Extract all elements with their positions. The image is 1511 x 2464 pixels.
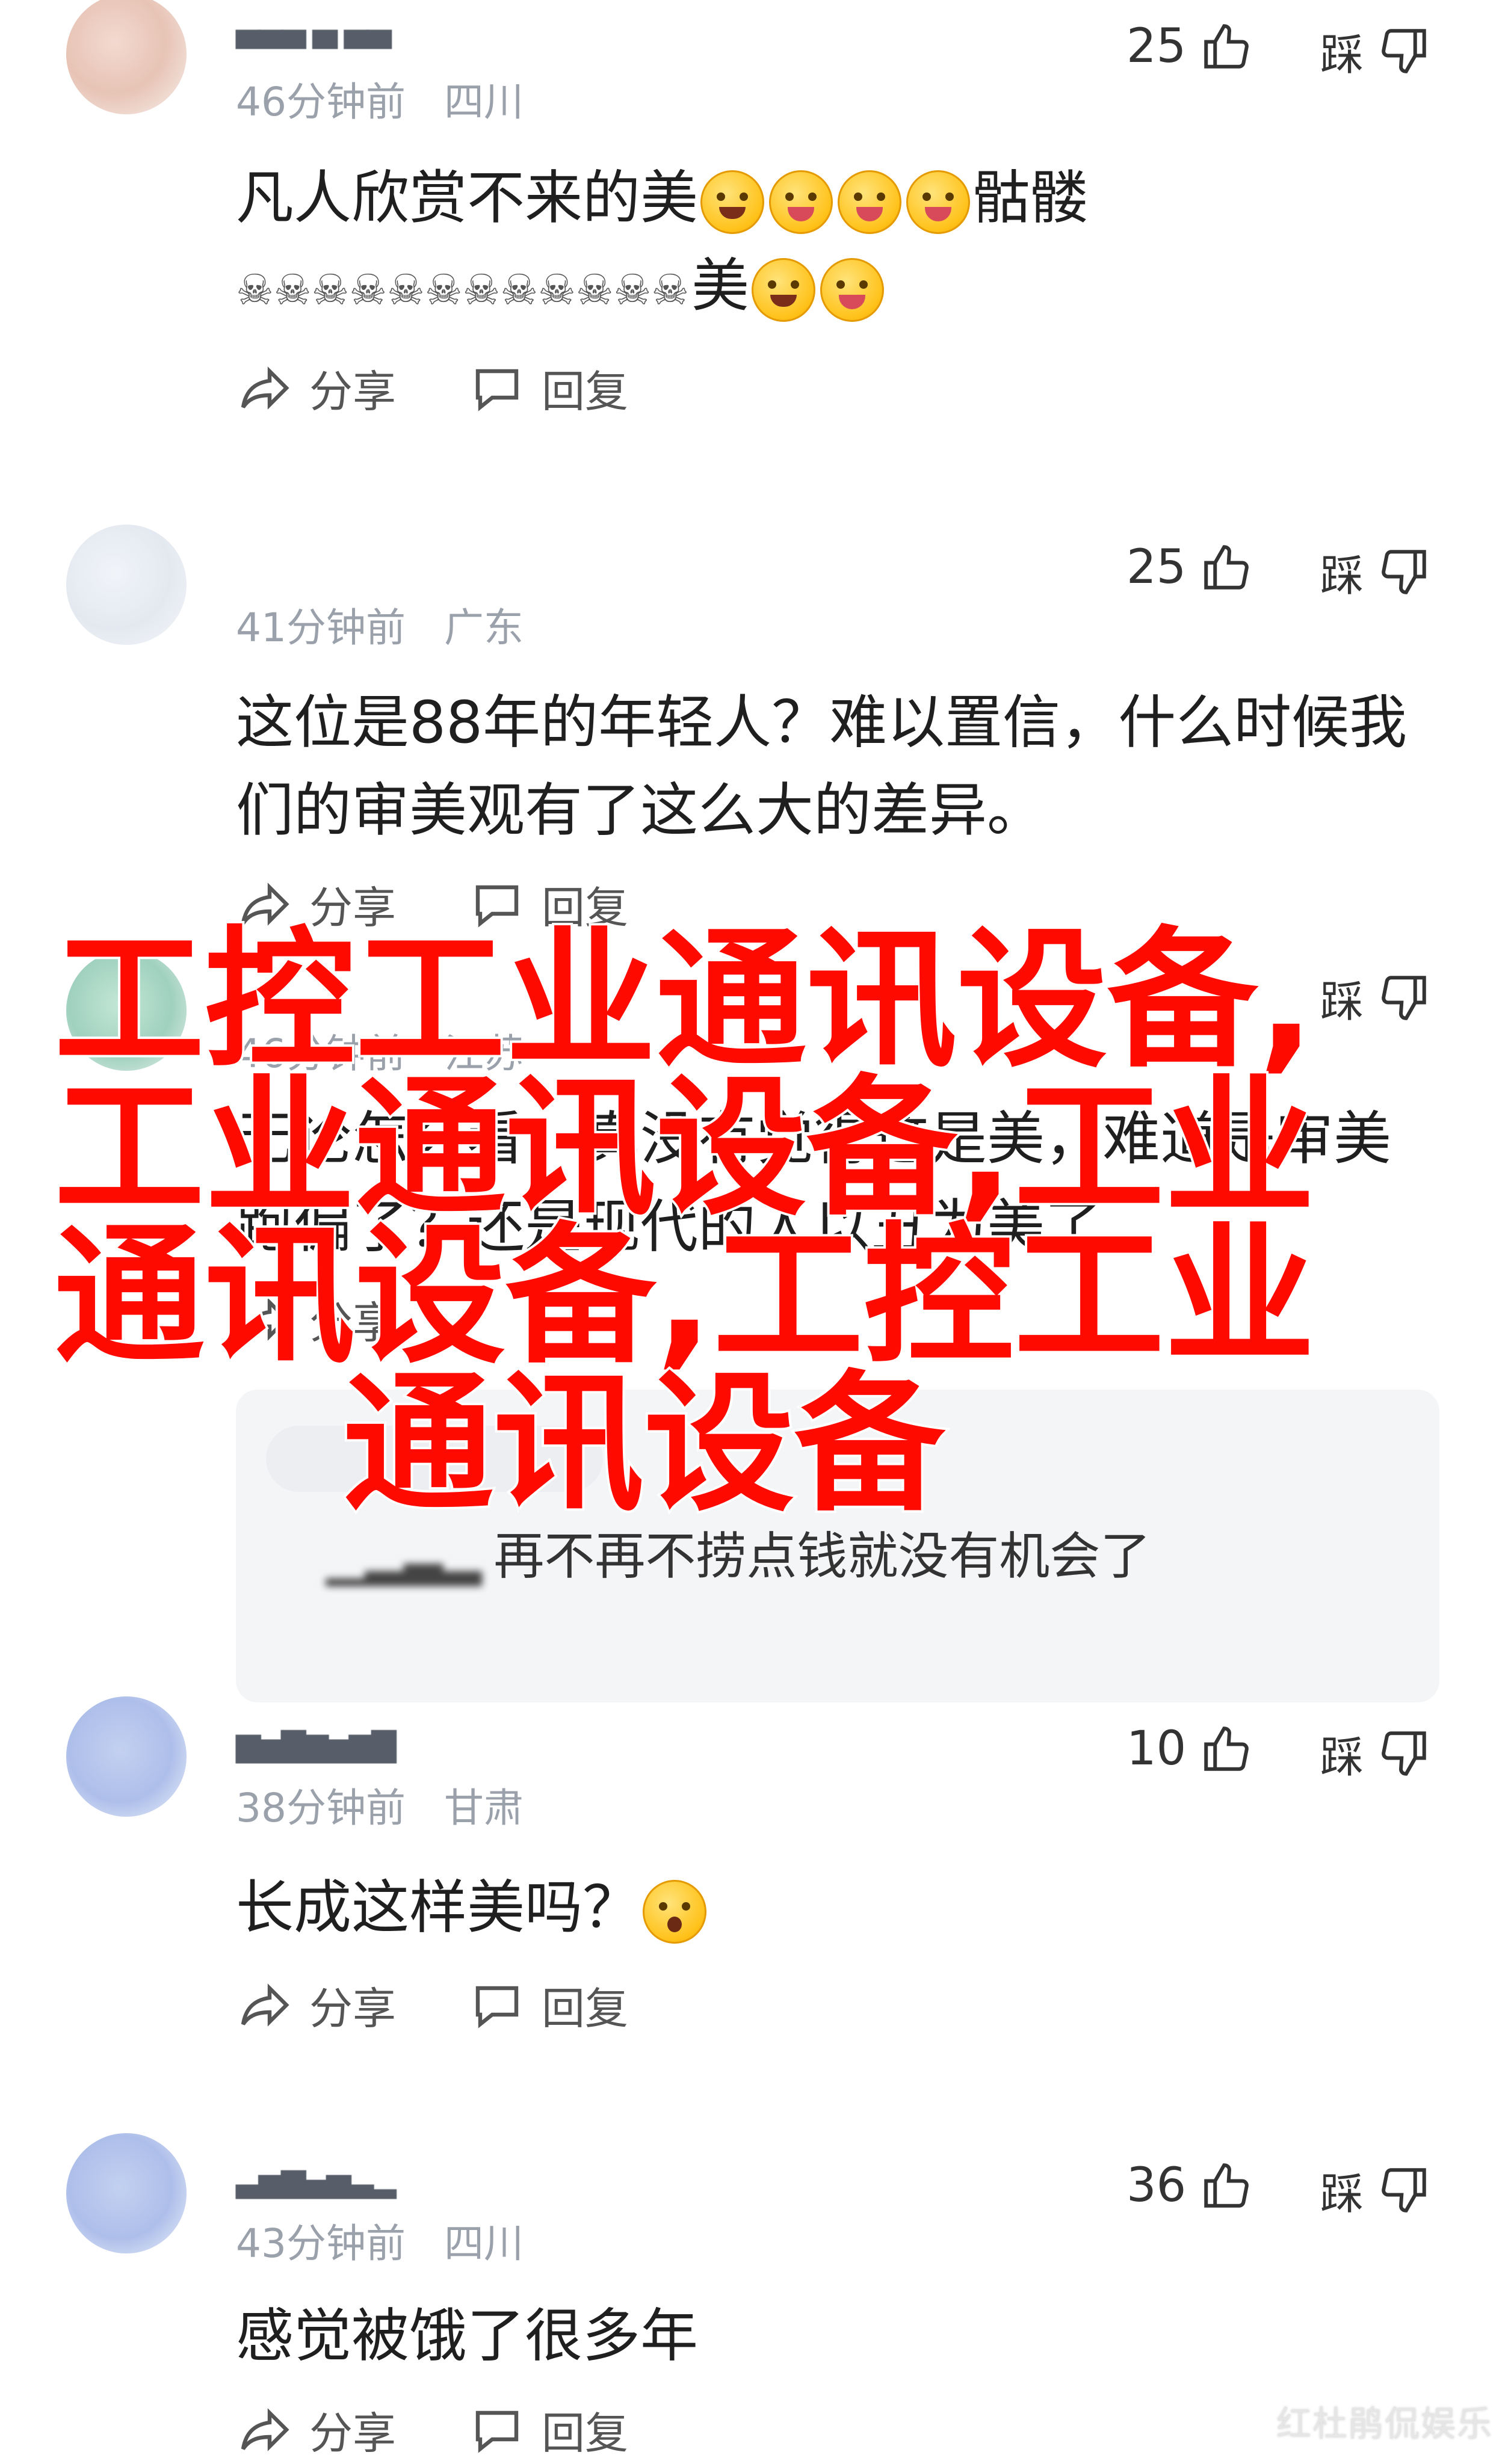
username[interactable]: ▆▅▇▆▅▆▇ — [236, 1725, 397, 1763]
dislike-button[interactable]: 踩 — [1320, 1722, 1431, 1785]
region: 四川 — [443, 79, 524, 125]
comment-text: 凡人欣赏不来的美 骷髅 ☠☠☠☠☠☠☠☠☠☠☠☠美 — [236, 154, 1088, 334]
reply-button[interactable]: 回复 — [468, 1973, 628, 2036]
grin-emoji — [700, 170, 764, 234]
share-icon — [236, 1976, 294, 2034]
tongue-emoji — [906, 170, 970, 234]
share-icon — [236, 2401, 294, 2459]
share-button[interactable]: 分享 — [236, 1973, 396, 2036]
tongue-emoji — [838, 170, 901, 234]
share-icon — [236, 359, 294, 417]
tongue-emoji — [769, 170, 833, 234]
like-count: 10 — [1126, 1722, 1187, 1776]
dislike-label: 踩 — [1320, 1732, 1364, 1782]
overlay-line: 通讯设备,工控工业 — [52, 1209, 1317, 1384]
like-count: 25 — [1126, 540, 1187, 594]
thumbs-up-icon — [1199, 540, 1253, 594]
avatar[interactable] — [66, 525, 187, 645]
thumbs-up-icon — [1199, 19, 1253, 73]
comment-bubble-icon — [468, 359, 526, 417]
like-button[interactable]: 36 — [1126, 2158, 1253, 2213]
region: 四川 — [443, 2220, 524, 2267]
skull-icon: ☠☠☠☠☠☠☠☠☠☠☠☠ — [236, 265, 690, 315]
comment-meta: 38分钟前 甘肃 — [236, 1776, 524, 1834]
comment-meta: 41分钟前 广东 — [236, 596, 524, 653]
timestamp: 46分钟前 — [236, 79, 406, 125]
astonished-emoji — [643, 1879, 706, 1944]
thumbs-up-icon — [1199, 2158, 1253, 2213]
comment-text: 感觉被饿了很多年 — [236, 2302, 698, 2370]
comment-actions: 分享 回复 — [236, 356, 700, 419]
comment-bubble-icon — [468, 1976, 526, 2034]
comment-meta: 43分钟前 四川 — [236, 2211, 524, 2269]
region: 甘肃 — [443, 1785, 524, 1831]
thumbs-down-icon — [1377, 971, 1431, 1025]
comment-meta: 46分钟前 四川 — [236, 70, 524, 128]
thumbs-up-icon — [1199, 1722, 1253, 1776]
like-button[interactable]: 25 — [1126, 540, 1253, 594]
overlay-line: 工控工业通讯设备, — [52, 913, 1317, 1088]
dislike-button[interactable]: 踩 — [1320, 540, 1431, 603]
avatar[interactable] — [66, 0, 187, 114]
comment-feed: ▀▀▀ ▀ ▀▀ 46分钟前 四川 25 踩 凡人欣赏不来的美 骷髅 ☠☠☠☠☠☠☠… — [0, 0, 1511, 2464]
username[interactable]: ▃▅▆▄▅▃▂ — [236, 2161, 397, 2199]
thumbs-down-icon — [1377, 545, 1431, 599]
overlay-headline: 工控工业通讯设备, 工业通讯设备,工业 通讯设备,工控工业 通讯设备 — [52, 913, 1378, 1532]
avatar[interactable] — [66, 2133, 187, 2253]
overlay-line: 通讯设备 — [341, 1357, 947, 1532]
dislike-button[interactable]: 踩 — [1320, 19, 1431, 82]
timestamp: 38分钟前 — [236, 1785, 406, 1831]
comment-text: 这位是88年的年轻人？难以置信，什么时候我 们的审美观有了这么大的差异。 — [236, 689, 1407, 844]
like-button[interactable]: 10 — [1126, 1722, 1253, 1776]
share-button[interactable]: 分享 — [236, 2398, 396, 2461]
dislike-button[interactable]: 踩 — [1320, 2158, 1431, 2222]
grin-emoji — [752, 257, 816, 322]
thumbs-down-icon — [1377, 2163, 1431, 2217]
like-count: 25 — [1126, 19, 1187, 73]
thumbs-down-icon — [1377, 24, 1431, 78]
region: 广东 — [443, 605, 524, 651]
watermark: 红杜鹃侃娱乐 — [1276, 2403, 1493, 2444]
like-button[interactable]: 25 — [1126, 19, 1253, 73]
timestamp: 41分钟前 — [236, 605, 406, 651]
reply-button[interactable]: 回复 — [468, 2398, 628, 2461]
dislike-label: 踩 — [1320, 29, 1364, 80]
dislike-label: 踩 — [1320, 2169, 1364, 2219]
thumbs-down-icon — [1377, 1726, 1431, 1781]
tongue-emoji — [820, 257, 885, 322]
username[interactable]: ▀▀▀ ▀ ▀▀ — [236, 30, 392, 68]
dislike-label: 踩 — [1320, 550, 1364, 601]
comment-actions: 分享 回复 — [236, 1973, 700, 2036]
reply-button[interactable]: 回复 — [468, 356, 628, 419]
comment-bubble-icon — [468, 2401, 526, 2459]
like-count: 36 — [1126, 2158, 1187, 2213]
overlay-line: 工业通讯设备,工业 — [52, 1061, 1317, 1236]
share-button[interactable]: 分享 — [236, 356, 396, 419]
timestamp: 43分钟前 — [236, 2220, 406, 2267]
avatar[interactable] — [66, 1696, 187, 1817]
comment-actions: 分享 回复 — [236, 2398, 700, 2461]
comment-text: 长成这样美吗？ — [236, 1864, 709, 1951]
